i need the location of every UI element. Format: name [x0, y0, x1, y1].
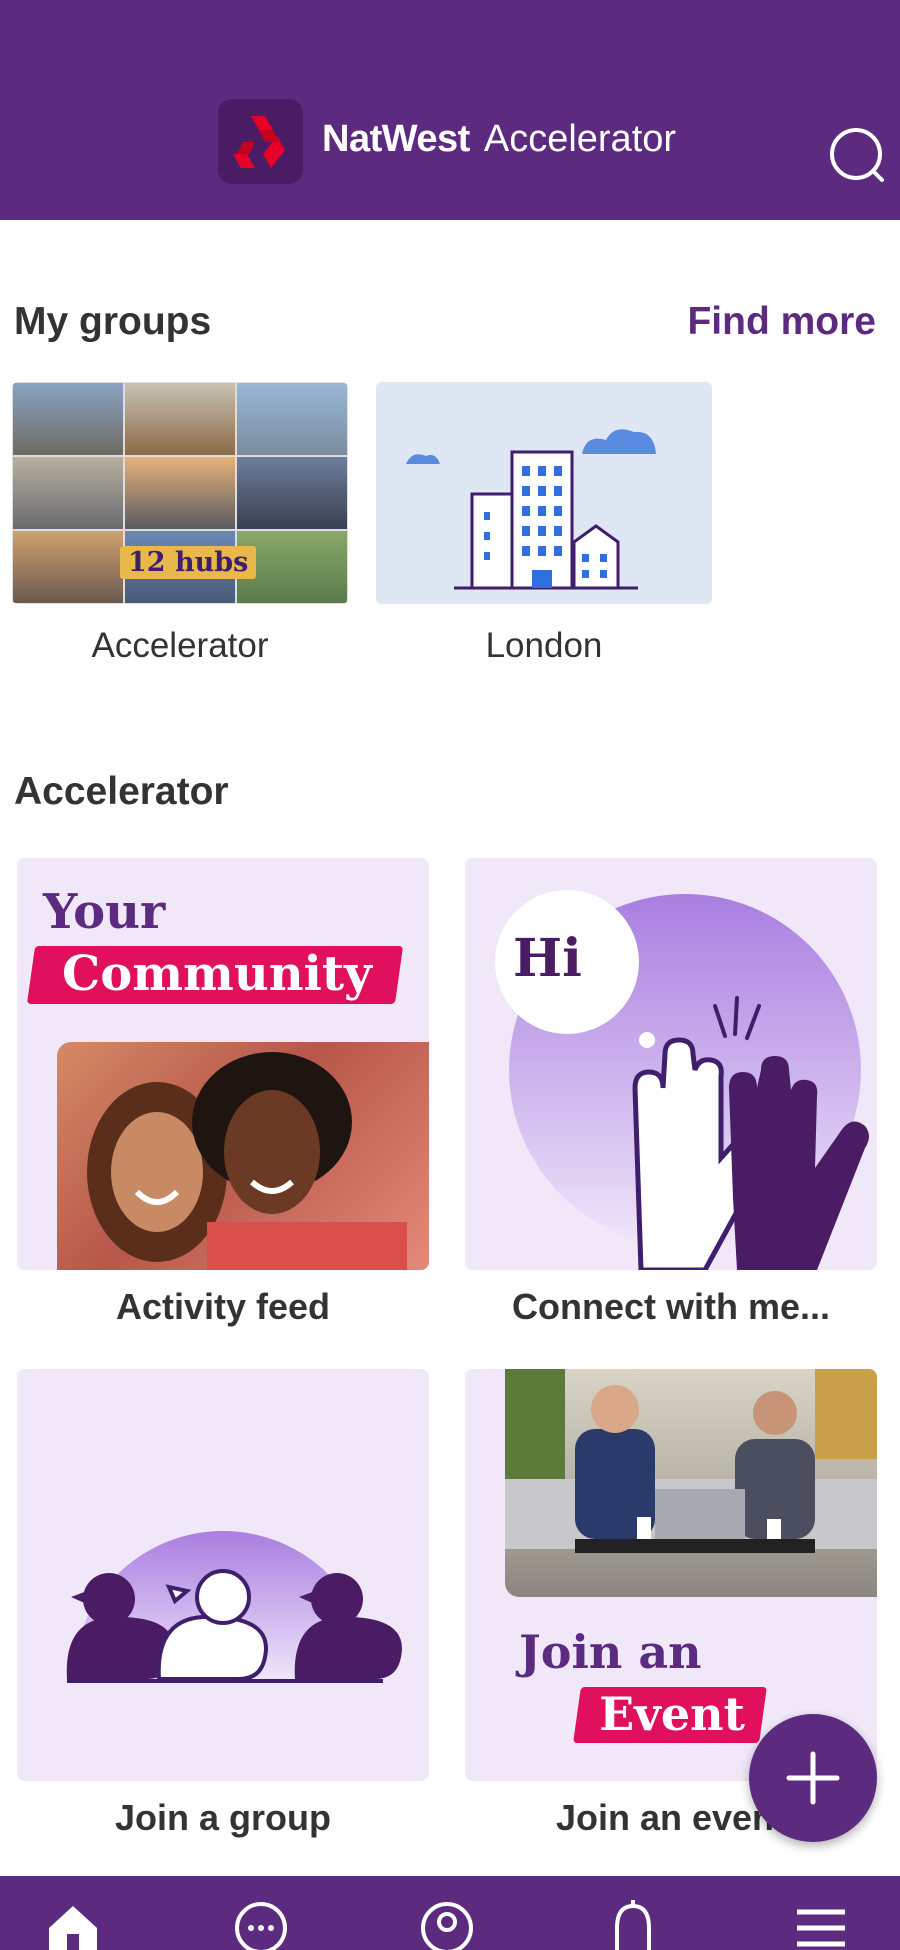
search-icon[interactable]: [826, 126, 886, 186]
profile-icon[interactable]: [412, 1898, 482, 1950]
my-groups-title: My groups: [14, 300, 212, 343]
city-building-illustration: [376, 382, 712, 604]
plus-icon: [786, 1751, 840, 1805]
tile-label: Connect with me...: [511, 1286, 831, 1327]
tile-label: Join a group: [115, 1797, 331, 1838]
natwest-logo-icon: [218, 99, 303, 184]
find-more-link[interactable]: Find more: [687, 300, 876, 344]
brand-name: NatWest: [322, 118, 470, 160]
group-card-london[interactable]: London: [376, 382, 712, 666]
app-header: NatWest Accelerator: [0, 0, 900, 220]
accelerator-title: Accelerator: [14, 770, 229, 813]
art-text-your: Your: [43, 884, 166, 940]
art-text-community: Community: [62, 946, 372, 1002]
brand-product: Accelerator: [483, 118, 677, 160]
add-fab-button[interactable]: [749, 1714, 877, 1842]
home-icon[interactable]: [38, 1898, 108, 1950]
high-five-illustration: Hi: [465, 858, 877, 1270]
group-image-collage: 12 hubs: [12, 382, 348, 604]
group-card-accelerator[interactable]: 12 hubs Accelerator: [12, 382, 348, 666]
art-text-hi: Hi: [513, 928, 582, 989]
art-text-join-an: Join an: [519, 1625, 702, 1679]
art-text-event: Event: [599, 1687, 745, 1741]
hubs-badge: 12 hubs: [120, 546, 257, 579]
bell-icon[interactable]: [598, 1898, 668, 1950]
community-photo: [57, 1042, 429, 1270]
meeting-photo: [505, 1369, 877, 1597]
ducks-illustration: [17, 1369, 429, 1781]
chat-icon[interactable]: [226, 1898, 296, 1950]
app-brand: NatWest Accelerator: [322, 118, 676, 161]
community-illustration: Your Community: [17, 858, 429, 1270]
tile-connect[interactable]: Hi Connect with me...: [465, 858, 877, 1328]
group-label: London: [485, 626, 603, 665]
group-label: Accelerator: [91, 626, 269, 665]
tile-join-group[interactable]: Join a group: [17, 1369, 429, 1839]
tile-activity-feed[interactable]: Your Community Activity feed: [17, 858, 429, 1328]
bottom-nav: [0, 1876, 900, 1950]
tile-label: Activity feed: [115, 1286, 331, 1327]
menu-icon[interactable]: [786, 1898, 856, 1950]
